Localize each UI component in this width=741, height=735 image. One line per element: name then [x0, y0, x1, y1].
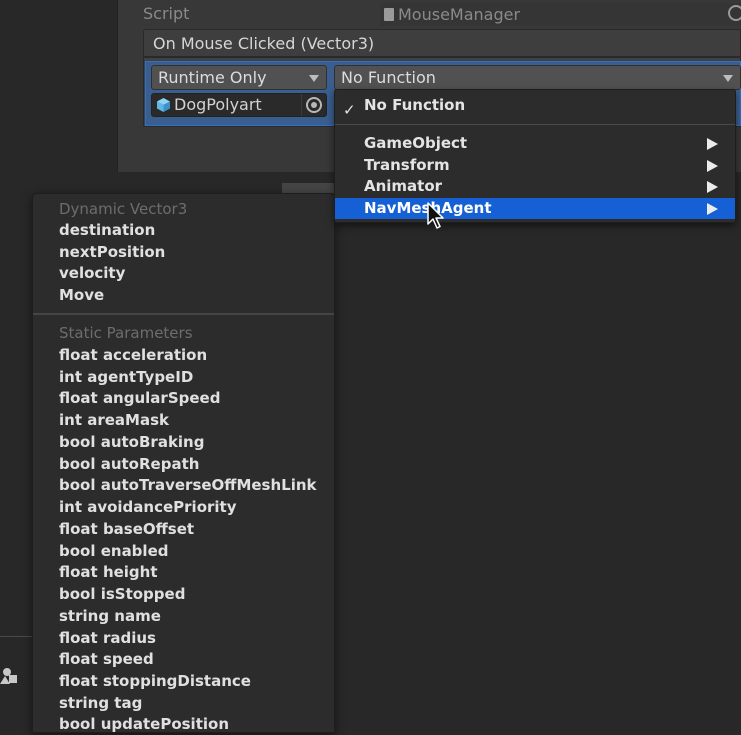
static-section-header: Static Parameters — [59, 324, 193, 342]
menu-item-acceleration[interactable]: float acceleration — [59, 345, 207, 366]
mouse-pointer-icon — [427, 202, 444, 229]
object-picker-icon[interactable] — [306, 97, 322, 113]
menu-item-angularspeed[interactable]: float angularSpeed — [59, 388, 220, 409]
runtime-dropdown-label: Runtime Only — [158, 68, 267, 87]
menu-item-speed[interactable]: float speed — [59, 649, 154, 670]
menu-item-updateposition[interactable]: bool updatePosition — [59, 714, 229, 735]
menu-item-autorepath[interactable]: bool autoRepath — [59, 454, 199, 475]
menu-item-stoppingdistance[interactable]: float stoppingDistance — [59, 671, 251, 692]
menu-item-label: GameObject — [364, 134, 468, 152]
menu-item-enabled[interactable]: bool enabled — [59, 541, 168, 562]
menu-item-baseoffset[interactable]: float baseOffset — [59, 519, 194, 540]
menu-item-transform[interactable]: Transform — [335, 155, 735, 176]
function-dropdown[interactable]: No Function — [334, 65, 741, 90]
menu-item-radius[interactable]: float radius — [59, 628, 156, 649]
menu-item-destination[interactable]: destination — [59, 220, 155, 241]
menu-item-nextposition[interactable]: nextPosition — [59, 242, 165, 263]
runtime-only-dropdown[interactable]: Runtime Only — [151, 65, 327, 90]
dropdown-arrow-icon — [309, 75, 319, 82]
menu-item-animator[interactable]: Animator — [335, 176, 735, 197]
dynamic-section-header: Dynamic Vector3 — [59, 200, 188, 218]
menu-item-agenttypeid[interactable]: int agentTypeID — [59, 367, 193, 388]
menu-separator — [335, 124, 735, 125]
menu-item-tag[interactable]: string tag — [59, 693, 142, 714]
function-dropdown-label: No Function — [341, 68, 436, 87]
menu-item-areamask[interactable]: int areaMask — [59, 410, 169, 431]
menu-item-autobraking[interactable]: bool autoBraking — [59, 432, 204, 453]
menu-item-autotraverseoffmeshlink[interactable]: bool autoTraverseOffMeshLink — [59, 475, 317, 496]
navmeshagent-properties-menu: Dynamic Vector3 destination nextPosition… — [32, 193, 335, 733]
submenu-arrow-icon — [707, 203, 718, 215]
script-field[interactable]: MouseManager — [380, 3, 741, 26]
function-menu: ✓ No Function GameObject Transform Anima… — [334, 89, 736, 223]
gameobject-cube-icon — [157, 98, 170, 112]
menu-item-isstopped[interactable]: bool isStopped — [59, 584, 185, 605]
dropdown-arrow-icon — [723, 75, 733, 82]
menu-item-height[interactable]: float height — [59, 562, 158, 583]
menu-separator — [33, 313, 334, 315]
submenu-arrow-icon — [707, 138, 718, 150]
menu-item-label: Transform — [364, 156, 450, 174]
menu-item-gameobject[interactable]: GameObject — [335, 133, 735, 154]
target-object-name: DogPolyart — [174, 95, 262, 114]
script-label: Script — [143, 4, 190, 23]
field-divider — [301, 94, 302, 116]
menu-item-name[interactable]: string name — [59, 606, 161, 627]
script-file-icon — [384, 8, 394, 21]
menu-item-label: Animator — [364, 177, 443, 195]
submenu-arrow-icon — [707, 181, 718, 193]
menu-item-velocity[interactable]: velocity — [59, 263, 125, 284]
menu-item-avoidancepriority[interactable]: int avoidancePriority — [59, 497, 237, 518]
menu-item-move[interactable]: Move — [59, 285, 104, 306]
menu-item-label: No Function — [364, 96, 466, 114]
panel-divider — [0, 636, 32, 637]
checkmark-icon: ✓ — [343, 101, 356, 119]
script-picker-icon[interactable] — [728, 5, 741, 21]
event-header: On Mouse Clicked (Vector3) — [143, 29, 741, 57]
shapes-icon — [0, 668, 17, 684]
submenu-arrow-icon — [707, 160, 718, 172]
script-field-value: MouseManager — [398, 5, 521, 24]
menu-item-no-function[interactable]: ✓ No Function — [335, 95, 735, 119]
target-object-field[interactable]: DogPolyart — [151, 93, 327, 117]
menu-item-navmeshagent[interactable]: NavMeshAgent — [335, 198, 735, 219]
